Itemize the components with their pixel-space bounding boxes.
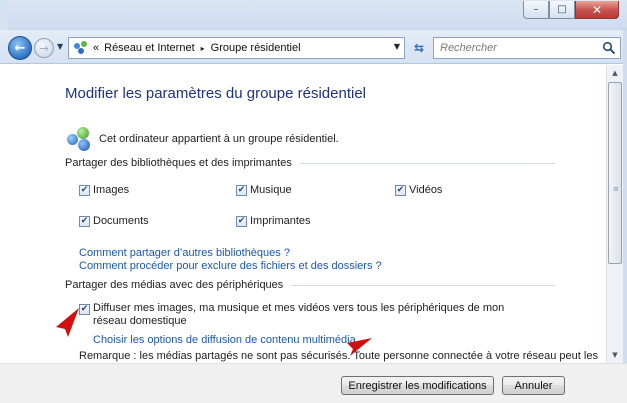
share-media-section-header: Partager des médias avec des périphériqu… [65, 279, 555, 291]
refresh-icon[interactable]: ⇆ [409, 38, 429, 58]
title-bar: – □ ✕ [0, 0, 627, 30]
documents-label: Documents [93, 215, 149, 227]
save-changes-button[interactable]: Enregistrer les modifications [341, 376, 494, 395]
address-bar[interactable]: « Réseau et Internet ▸ Groupe résidentie… [68, 37, 405, 59]
search-input[interactable] [440, 42, 590, 54]
scroll-up-arrow-icon[interactable]: ▲ [607, 65, 623, 81]
minimize-button[interactable]: – [523, 1, 549, 19]
navigation-bar: ← → ▼ « Réseau et Internet ▸ Groupe rési… [0, 30, 627, 64]
homegroup-icon [65, 126, 93, 152]
homegroup-settings-window: – □ ✕ ← → ▼ « Réseau et Internet ▸ Group… [0, 0, 627, 403]
library-documents[interactable]: ✔ Documents [79, 215, 149, 227]
homegroup-status-text: Cet ordinateur appartient à un groupe ré… [99, 133, 339, 145]
share-other-libraries-link[interactable]: Comment partager d’autres bibliothèques … [79, 247, 290, 259]
library-images[interactable]: ✔ Images [79, 184, 129, 196]
annotation-arrow-icon [347, 338, 372, 356]
printers-label: Imprimantes [250, 215, 311, 227]
share-libraries-heading: Partager des bibliothèques et des imprim… [65, 157, 292, 169]
forward-button[interactable]: → [34, 38, 54, 58]
documents-checkbox[interactable]: ✔ [79, 215, 90, 227]
share-libraries-section-header: Partager des bibliothèques et des imprim… [65, 157, 555, 169]
breadcrumb-separator-icon[interactable]: ▸ [201, 44, 205, 53]
music-label: Musique [250, 184, 292, 196]
videos-label: Vidéos [409, 184, 443, 196]
stream-media-label: Diffuser mes images, ma musique et mes v… [93, 302, 505, 327]
window-controls: – □ ✕ [523, 1, 619, 19]
page-title: Modifier les paramètres du groupe réside… [65, 85, 366, 102]
share-media-heading: Partager des médias avec des périphériqu… [65, 279, 284, 291]
library-videos[interactable]: ✔ Vidéos [395, 184, 442, 196]
annotation-arrow-icon [56, 308, 79, 337]
search-icon[interactable] [602, 41, 616, 55]
exclude-files-link[interactable]: Comment procéder pour exclure des fichie… [79, 260, 382, 272]
close-button[interactable]: ✕ [575, 1, 619, 19]
library-printers[interactable]: ✔ Imprimantes [236, 215, 311, 227]
vertical-scrollbar[interactable]: ▲ ≡ ▼ [606, 65, 623, 363]
scroll-grip-icon: ≡ [613, 185, 619, 193]
homegroup-status: Cet ordinateur appartient à un groupe ré… [65, 126, 339, 152]
breadcrumb-homegroup[interactable]: Groupe résidentiel [211, 42, 301, 54]
section-divider [299, 162, 555, 164]
window-frame-edge [623, 30, 627, 403]
images-label: Images [93, 184, 130, 196]
media-streaming-options-link[interactable]: Choisir les options de diffusion de cont… [93, 334, 365, 346]
security-remark: Remarque : les médias partagés ne sont p… [79, 350, 598, 362]
images-checkbox[interactable]: ✔ [79, 184, 90, 196]
scroll-thumb[interactable]: ≡ [608, 82, 622, 264]
breadcrumb-network-internet[interactable]: Réseau et Internet [104, 42, 195, 54]
homegroup-icon [73, 41, 89, 55]
library-music[interactable]: ✔ Musique [236, 184, 292, 196]
command-bar: Enregistrer les modifications Annuler [0, 363, 627, 403]
videos-checkbox[interactable]: ✔ [395, 184, 406, 196]
back-button[interactable]: ← [8, 36, 32, 60]
search-box[interactable] [433, 37, 621, 59]
breadcrumb-overflow[interactable]: « [93, 42, 99, 54]
address-dropdown-icon[interactable]: ▼ [394, 42, 400, 51]
section-divider [291, 284, 555, 286]
maximize-button[interactable]: □ [549, 1, 575, 19]
window-frame-edge [0, 0, 8, 30]
music-checkbox[interactable]: ✔ [236, 184, 247, 196]
content-pane: Modifier les paramètres du groupe réside… [0, 65, 606, 363]
cancel-button[interactable]: Annuler [502, 376, 565, 395]
scroll-down-arrow-icon[interactable]: ▼ [607, 347, 623, 363]
printers-checkbox[interactable]: ✔ [236, 215, 247, 227]
recent-pages-dropdown[interactable]: ▼ [57, 42, 63, 51]
